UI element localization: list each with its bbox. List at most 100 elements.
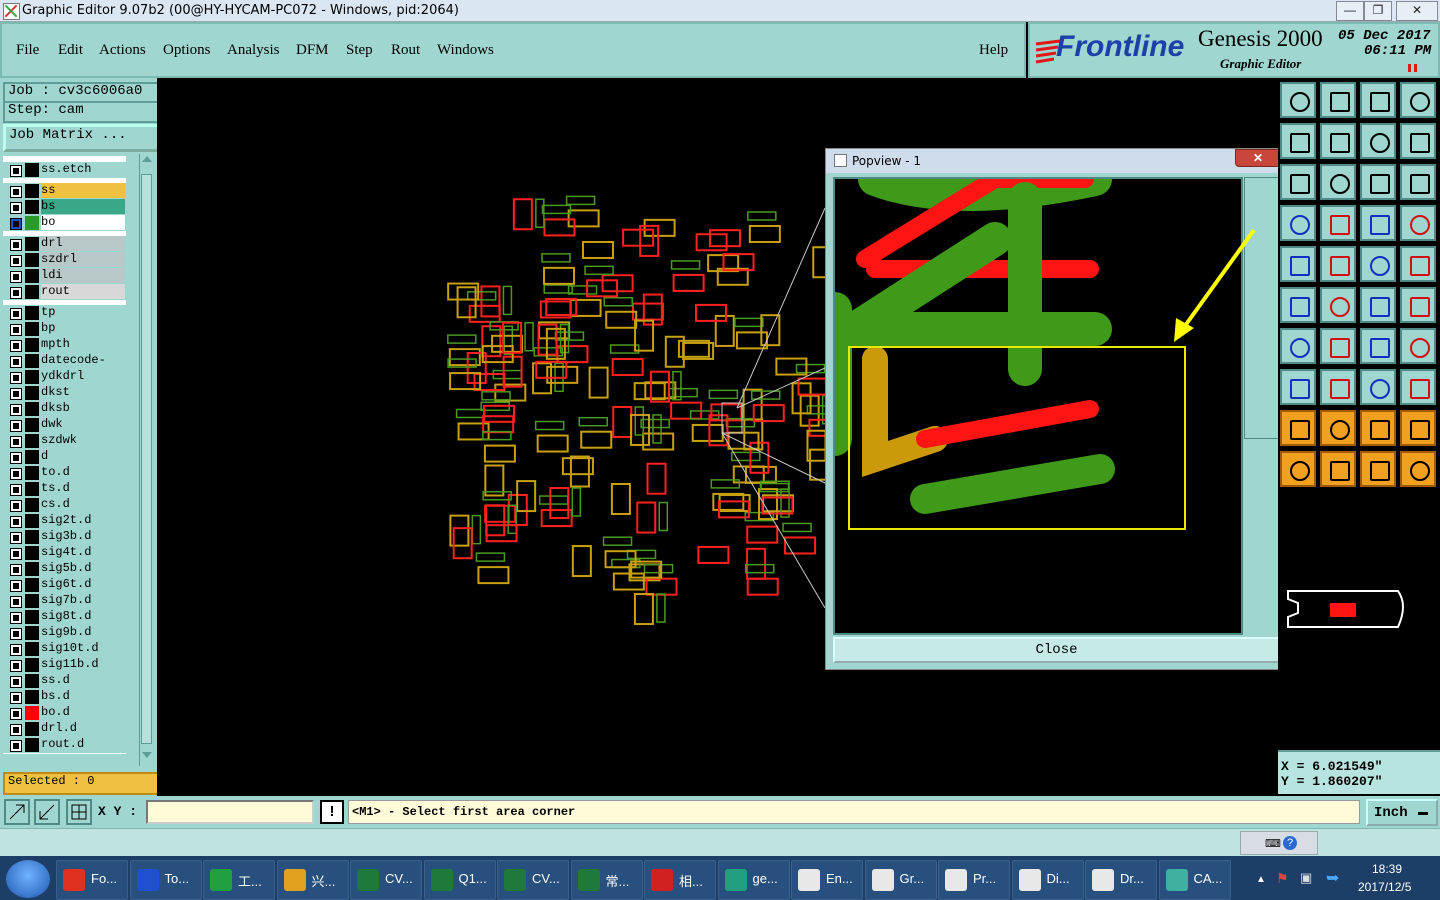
layer-checkbox[interactable] xyxy=(10,271,22,283)
layer-color-swatch[interactable] xyxy=(25,706,39,720)
layer-checkbox[interactable] xyxy=(10,516,22,528)
layer-checkbox[interactable] xyxy=(10,372,22,384)
house-icon[interactable] xyxy=(1360,82,1396,118)
layer-checkbox[interactable] xyxy=(10,548,22,560)
taskbar-item[interactable]: 常... xyxy=(570,860,643,900)
layer-color-swatch[interactable] xyxy=(25,738,39,752)
ff-icon[interactable] xyxy=(1400,328,1436,364)
dash-icon[interactable] xyxy=(1320,369,1356,405)
layer-color-swatch[interactable] xyxy=(25,184,39,198)
window-icon[interactable] xyxy=(1400,82,1436,118)
warning-icon[interactable]: ! xyxy=(320,800,344,824)
layer-color-swatch[interactable] xyxy=(25,594,39,608)
help-circle-icon[interactable]: ? xyxy=(1283,836,1297,850)
layer-checkbox[interactable] xyxy=(10,724,22,736)
layer-checkbox[interactable] xyxy=(10,628,22,640)
scroll-up-icon[interactable] xyxy=(142,156,152,162)
layer-checkbox[interactable] xyxy=(10,452,22,464)
layer-color-swatch[interactable] xyxy=(25,642,39,656)
layer-color-swatch[interactable] xyxy=(25,306,39,320)
layer-row[interactable]: ldi xyxy=(3,268,126,284)
xy-input[interactable] xyxy=(146,800,314,824)
chip-icon[interactable] xyxy=(1280,205,1316,241)
cursor-node-icon[interactable] xyxy=(1400,451,1436,487)
layer-color-swatch[interactable] xyxy=(25,610,39,624)
restore-button[interactable]: ❐ xyxy=(1364,1,1392,21)
taskbar-item[interactable]: 相... xyxy=(644,860,716,900)
layer-row[interactable]: dwk xyxy=(3,417,126,433)
layer-checkbox[interactable] xyxy=(10,676,22,688)
layer-color-swatch[interactable] xyxy=(25,578,39,592)
layer-row[interactable]: drl xyxy=(3,236,126,252)
layer-row[interactable]: bp xyxy=(3,321,126,337)
layer-checkbox[interactable] xyxy=(10,532,22,544)
layer-red-icon[interactable] xyxy=(1360,205,1396,241)
taskbar-item[interactable]: Q1... xyxy=(423,860,496,900)
menu-file[interactable]: File xyxy=(16,42,39,59)
menu-actions[interactable]: Actions xyxy=(99,42,146,59)
slash-icon[interactable] xyxy=(1320,328,1356,364)
node-icon[interactable] xyxy=(1280,287,1316,323)
layer-row[interactable]: mpth xyxy=(3,337,126,353)
taskbar-item[interactable]: CV... xyxy=(497,860,569,900)
layer-checkbox[interactable] xyxy=(10,202,22,214)
move-icon[interactable] xyxy=(1320,164,1356,200)
layer-row[interactable]: dksb xyxy=(3,401,126,417)
zoom-out-icon[interactable] xyxy=(34,799,60,825)
layer-color-swatch[interactable] xyxy=(25,514,39,528)
menu-options[interactable]: Options xyxy=(163,42,211,59)
layer-color-swatch[interactable] xyxy=(25,402,39,416)
layer-color-swatch[interactable] xyxy=(25,386,39,400)
fit-icon[interactable] xyxy=(1280,164,1316,200)
swap-icon[interactable] xyxy=(1360,123,1396,159)
layer-row[interactable]: sig9b.d xyxy=(3,625,126,641)
layer-color-swatch[interactable] xyxy=(25,530,39,544)
scale-1-2-icon[interactable] xyxy=(1360,164,1396,200)
layer-color-swatch[interactable] xyxy=(25,163,39,177)
layer-color-swatch[interactable] xyxy=(25,200,39,214)
refresh-s-icon[interactable] xyxy=(1400,123,1436,159)
home-down-icon[interactable] xyxy=(1320,82,1356,118)
layer-row[interactable]: szdrl xyxy=(3,252,126,268)
cursor-box-icon[interactable] xyxy=(1320,451,1356,487)
taskbar-item[interactable]: Di... xyxy=(1011,860,1084,900)
scroll-down-icon[interactable] xyxy=(142,752,152,758)
layer-checkbox[interactable] xyxy=(10,356,22,368)
point-icon[interactable] xyxy=(1280,246,1316,282)
layer-checkbox[interactable] xyxy=(10,420,22,432)
layer-row[interactable]: bo xyxy=(3,215,126,231)
triangle-a-icon[interactable] xyxy=(1280,410,1316,446)
layer-checkbox[interactable] xyxy=(10,404,22,416)
grid-view-icon[interactable] xyxy=(1320,205,1356,241)
triangle-d-icon[interactable] xyxy=(1400,410,1436,446)
taskbar-item[interactable]: 兴... xyxy=(276,860,349,900)
layer-checkbox[interactable] xyxy=(10,388,22,400)
red-line-icon[interactable] xyxy=(1360,287,1396,323)
popview-close-button[interactable]: Close xyxy=(833,637,1280,663)
menu-edit[interactable]: Edit xyxy=(58,42,83,59)
layer-row[interactable]: d xyxy=(3,449,126,465)
layer-checkbox[interactable] xyxy=(10,660,22,672)
layer-row[interactable]: sig8t.d xyxy=(3,609,126,625)
layer-row[interactable]: sig3b.d xyxy=(3,529,126,545)
corner-icon[interactable] xyxy=(1280,369,1316,405)
shapes-icon[interactable] xyxy=(1400,369,1436,405)
taskbar-item[interactable]: CA... xyxy=(1158,860,1231,900)
layer-checkbox[interactable] xyxy=(10,740,22,752)
cross-icon[interactable] xyxy=(1320,287,1356,323)
layer-checkbox[interactable] xyxy=(10,186,22,198)
layer-checkbox[interactable] xyxy=(10,484,22,496)
grid-icon[interactable] xyxy=(66,799,92,825)
layer-row[interactable]: rout.d xyxy=(3,737,126,753)
line-draw-icon[interactable] xyxy=(1320,246,1356,282)
menu-help[interactable]: Help xyxy=(979,42,1008,59)
layer-color-swatch[interactable] xyxy=(25,216,39,230)
layer-color-swatch[interactable] xyxy=(25,370,39,384)
taskbar-item[interactable]: En... xyxy=(791,860,863,900)
taskbar-item[interactable]: Dr... xyxy=(1085,860,1157,900)
layer-checkbox[interactable] xyxy=(10,596,22,608)
cursor-ring-icon[interactable] xyxy=(1360,451,1396,487)
layer-row[interactable]: datecode-pbe xyxy=(3,353,126,382)
menu-rout[interactable]: Rout xyxy=(391,42,420,59)
layer-color-swatch[interactable] xyxy=(25,546,39,560)
